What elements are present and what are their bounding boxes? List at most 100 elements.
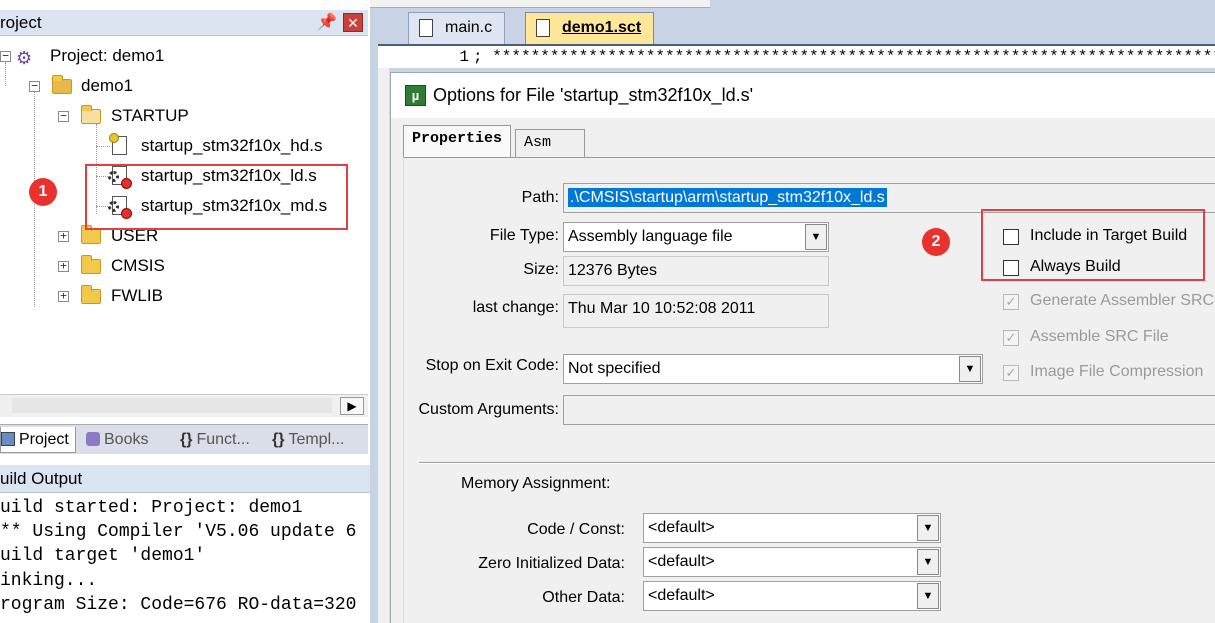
tree-horizontal-scrollbar[interactable]: ▶	[0, 394, 368, 417]
project-tree: − ⚙ Project: demo1 − demo1 − STARTUP sta…	[0, 36, 368, 394]
stop-on-exit-select[interactable]: Not specified ▼	[563, 354, 983, 384]
dropdown-arrow-icon[interactable]: ▼	[917, 515, 939, 541]
custom-arguments-field[interactable]	[563, 395, 1215, 425]
memory-assignment-label: Memory Assignment:	[461, 475, 611, 492]
line-number: 1	[459, 48, 469, 66]
tab-properties[interactable]: Properties	[403, 125, 512, 158]
build-output-line: rogram Size: Code=676 RO-data=320	[0, 594, 357, 615]
project-icon: ⚙	[16, 48, 33, 68]
build-output-line: ** Using Compiler 'V5.06 update 6	[0, 522, 357, 543]
file-type-label: File Type:	[489, 227, 559, 244]
tab-templates[interactable]: {} Templ...	[272, 427, 344, 453]
build-output-header: uild Output	[0, 465, 392, 493]
tab-books[interactable]: Books	[86, 427, 148, 453]
path-value: .\CMSIS\startup\arm\startup_stm32f10x_ld…	[568, 188, 887, 207]
tab-asm[interactable]: Asm	[515, 129, 585, 157]
functions-icon: {}	[180, 431, 193, 448]
document-icon	[536, 19, 550, 37]
templates-icon: {}	[272, 431, 285, 448]
zero-initialized-data-select[interactable]: <default> ▼	[643, 547, 941, 577]
close-icon[interactable]: ✕	[343, 13, 363, 32]
scrollbar-thumb[interactable]	[12, 398, 332, 413]
image-file-compression-checkbox[interactable]: ✓	[1003, 365, 1019, 381]
last-change-field: Thu Mar 10 10:52:08 2011	[563, 294, 829, 328]
generate-assembler-src-checkbox[interactable]: ✓	[1003, 294, 1019, 310]
assemble-src-file-label: Assemble SRC File	[1030, 328, 1169, 345]
custom-arguments-label: Custom Arguments:	[418, 401, 560, 418]
annotation-badge-2: 2	[922, 228, 950, 256]
annotation-box-1	[85, 164, 348, 230]
build-output-line: inking...	[0, 570, 98, 591]
path-label: Path:	[521, 189, 559, 206]
editor-code-line[interactable]: 1; *************************************…	[378, 44, 1215, 68]
keil-logo-icon: µ	[405, 85, 426, 106]
file-type-select[interactable]: Assembly language file ▼	[563, 222, 829, 252]
tree-item-label: Project: demo1	[50, 46, 165, 65]
project-panel-header: roject 📌 ✕	[0, 10, 368, 36]
generate-assembler-src-label: Generate Assembler SRC	[1030, 292, 1215, 309]
expand-icon[interactable]: +	[58, 290, 69, 302]
toolbar-strip	[370, 0, 710, 8]
code-const-select[interactable]: <default> ▼	[643, 513, 941, 543]
options-dialog: µ Options for File 'startup_stm32f10x_ld…	[390, 72, 1215, 623]
target-folder-icon	[52, 75, 72, 94]
dialog-title-bar: µ Options for File 'startup_stm32f10x_ld…	[391, 73, 1215, 118]
tree-item-label: FWLIB	[111, 286, 163, 305]
stop-on-exit-label: Stop on Exit Code:	[425, 357, 559, 374]
file-type-value: Assembly language file	[568, 228, 733, 245]
other-data-label: Other Data:	[542, 589, 625, 606]
tab-main-c[interactable]: main.c	[408, 12, 506, 44]
tree-item-folder-fwlib[interactable]: + FWLIB	[0, 283, 200, 309]
image-file-compression-label: Image File Compression	[1030, 363, 1204, 380]
tree-item-label: demo1	[81, 76, 133, 95]
scroll-right-icon[interactable]: ▶	[340, 397, 364, 415]
project-panel-tabs: Project Books {} Funct... {} Templ...	[0, 424, 368, 454]
annotation-badge-1: 1	[29, 178, 57, 206]
separator	[419, 462, 1215, 464]
last-change-label: last change:	[472, 299, 559, 316]
size-label: Size:	[523, 261, 559, 278]
code-text: ; **************************************…	[473, 48, 1215, 66]
build-output-title: uild Output	[0, 469, 83, 488]
folder-icon	[81, 285, 101, 304]
tab-demo1-sct[interactable]: demo1.sct	[525, 12, 655, 44]
assemble-src-file-checkbox[interactable]: ✓	[1003, 330, 1019, 346]
collapse-icon[interactable]: −	[29, 80, 40, 92]
tree-item-target[interactable]: − demo1	[0, 73, 200, 99]
tree-item-label: CMSIS	[111, 256, 165, 275]
size-field: 12376 Bytes	[563, 256, 829, 286]
tree-item-label: startup_stm32f10x_hd.s	[141, 136, 323, 155]
dropdown-arrow-icon[interactable]: ▼	[917, 583, 939, 609]
tab-project[interactable]: Project	[0, 427, 76, 453]
dropdown-arrow-icon[interactable]: ▼	[805, 224, 827, 250]
books-icon	[86, 432, 100, 446]
folder-icon	[81, 255, 101, 274]
build-output-line: uild target 'demo1'	[0, 546, 206, 567]
build-output-line: uild started: Project: demo1	[0, 498, 303, 518]
tree-item-folder-cmsis[interactable]: + CMSIS	[0, 253, 200, 279]
tree-item-project-root[interactable]: − ⚙ Project: demo1	[0, 43, 240, 69]
tab-functions[interactable]: {} Funct...	[180, 427, 250, 453]
annotation-box-2	[981, 209, 1205, 281]
zero-initialized-data-label: Zero Initialized Data:	[478, 555, 625, 572]
project-panel-title: roject	[0, 13, 42, 32]
other-data-select[interactable]: <default> ▼	[643, 581, 941, 611]
expand-icon[interactable]: +	[58, 230, 69, 242]
asm-file-icon	[109, 133, 127, 155]
collapse-icon[interactable]: −	[58, 110, 69, 122]
dialog-title: Options for File 'startup_stm32f10x_ld.s…	[433, 85, 754, 105]
project-tab-icon	[1, 432, 15, 446]
tree-item-folder-startup[interactable]: − STARTUP	[0, 103, 200, 129]
document-icon	[419, 19, 433, 37]
stop-on-exit-value: Not specified	[568, 360, 661, 377]
expand-icon[interactable]: +	[58, 260, 69, 272]
code-const-label: Code / Const:	[527, 521, 625, 538]
build-output-text[interactable]: uild started: Project: demo1 ** Using Com…	[0, 493, 392, 623]
tree-item-file-hd[interactable]: startup_stm32f10x_hd.s	[0, 133, 330, 159]
open-folder-icon	[81, 105, 101, 124]
folder-icon	[81, 225, 101, 244]
dropdown-arrow-icon[interactable]: ▼	[917, 549, 939, 575]
collapse-icon[interactable]: −	[0, 50, 11, 62]
pin-icon[interactable]: 📌	[317, 12, 337, 32]
dropdown-arrow-icon[interactable]: ▼	[959, 356, 981, 382]
